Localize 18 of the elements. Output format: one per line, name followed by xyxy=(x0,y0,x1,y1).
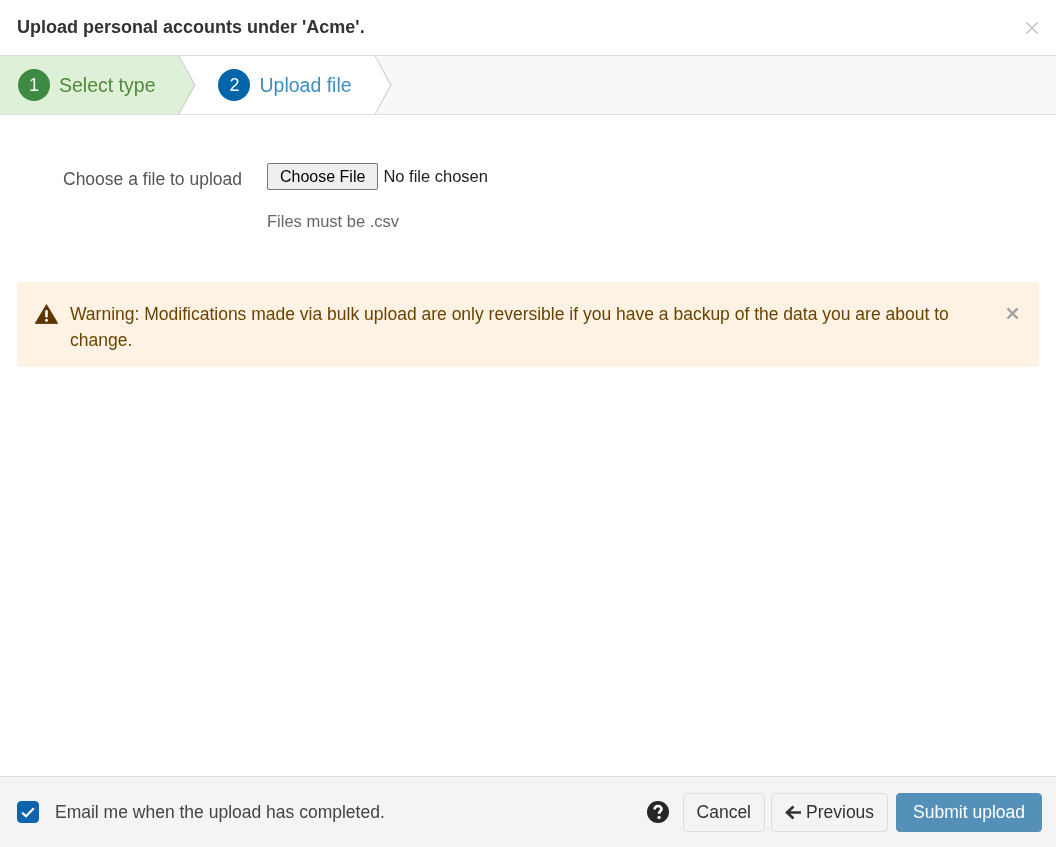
close-icon xyxy=(1026,21,1038,34)
dialog-title: Upload personal accounts under 'Acme'. xyxy=(17,17,365,38)
arrow-left-icon xyxy=(785,804,802,820)
previous-button[interactable]: Previous xyxy=(771,792,889,832)
help-text: Files must be .csv xyxy=(267,211,400,231)
checkbox-label[interactable]: Email me when the upload has completed. xyxy=(55,801,385,823)
warning-icon xyxy=(35,304,58,324)
close-icon xyxy=(1006,307,1019,320)
step-label: Select type xyxy=(59,73,156,97)
checkbox[interactable] xyxy=(17,801,39,823)
form-label: Choose a file to upload xyxy=(63,169,243,189)
file-status-text: No file chosen xyxy=(383,167,488,186)
checkmark-icon xyxy=(21,806,35,818)
step-label: Upload file xyxy=(259,73,352,97)
help-icon[interactable] xyxy=(646,801,669,823)
choose-file-button[interactable]: Choose File xyxy=(267,163,379,190)
alert-text: Warning: Modifications made via bulk upload are only reversible if you have a backup of the data you are about to change. xyxy=(70,303,950,352)
cancel-button[interactable]: Cancel xyxy=(682,792,765,832)
